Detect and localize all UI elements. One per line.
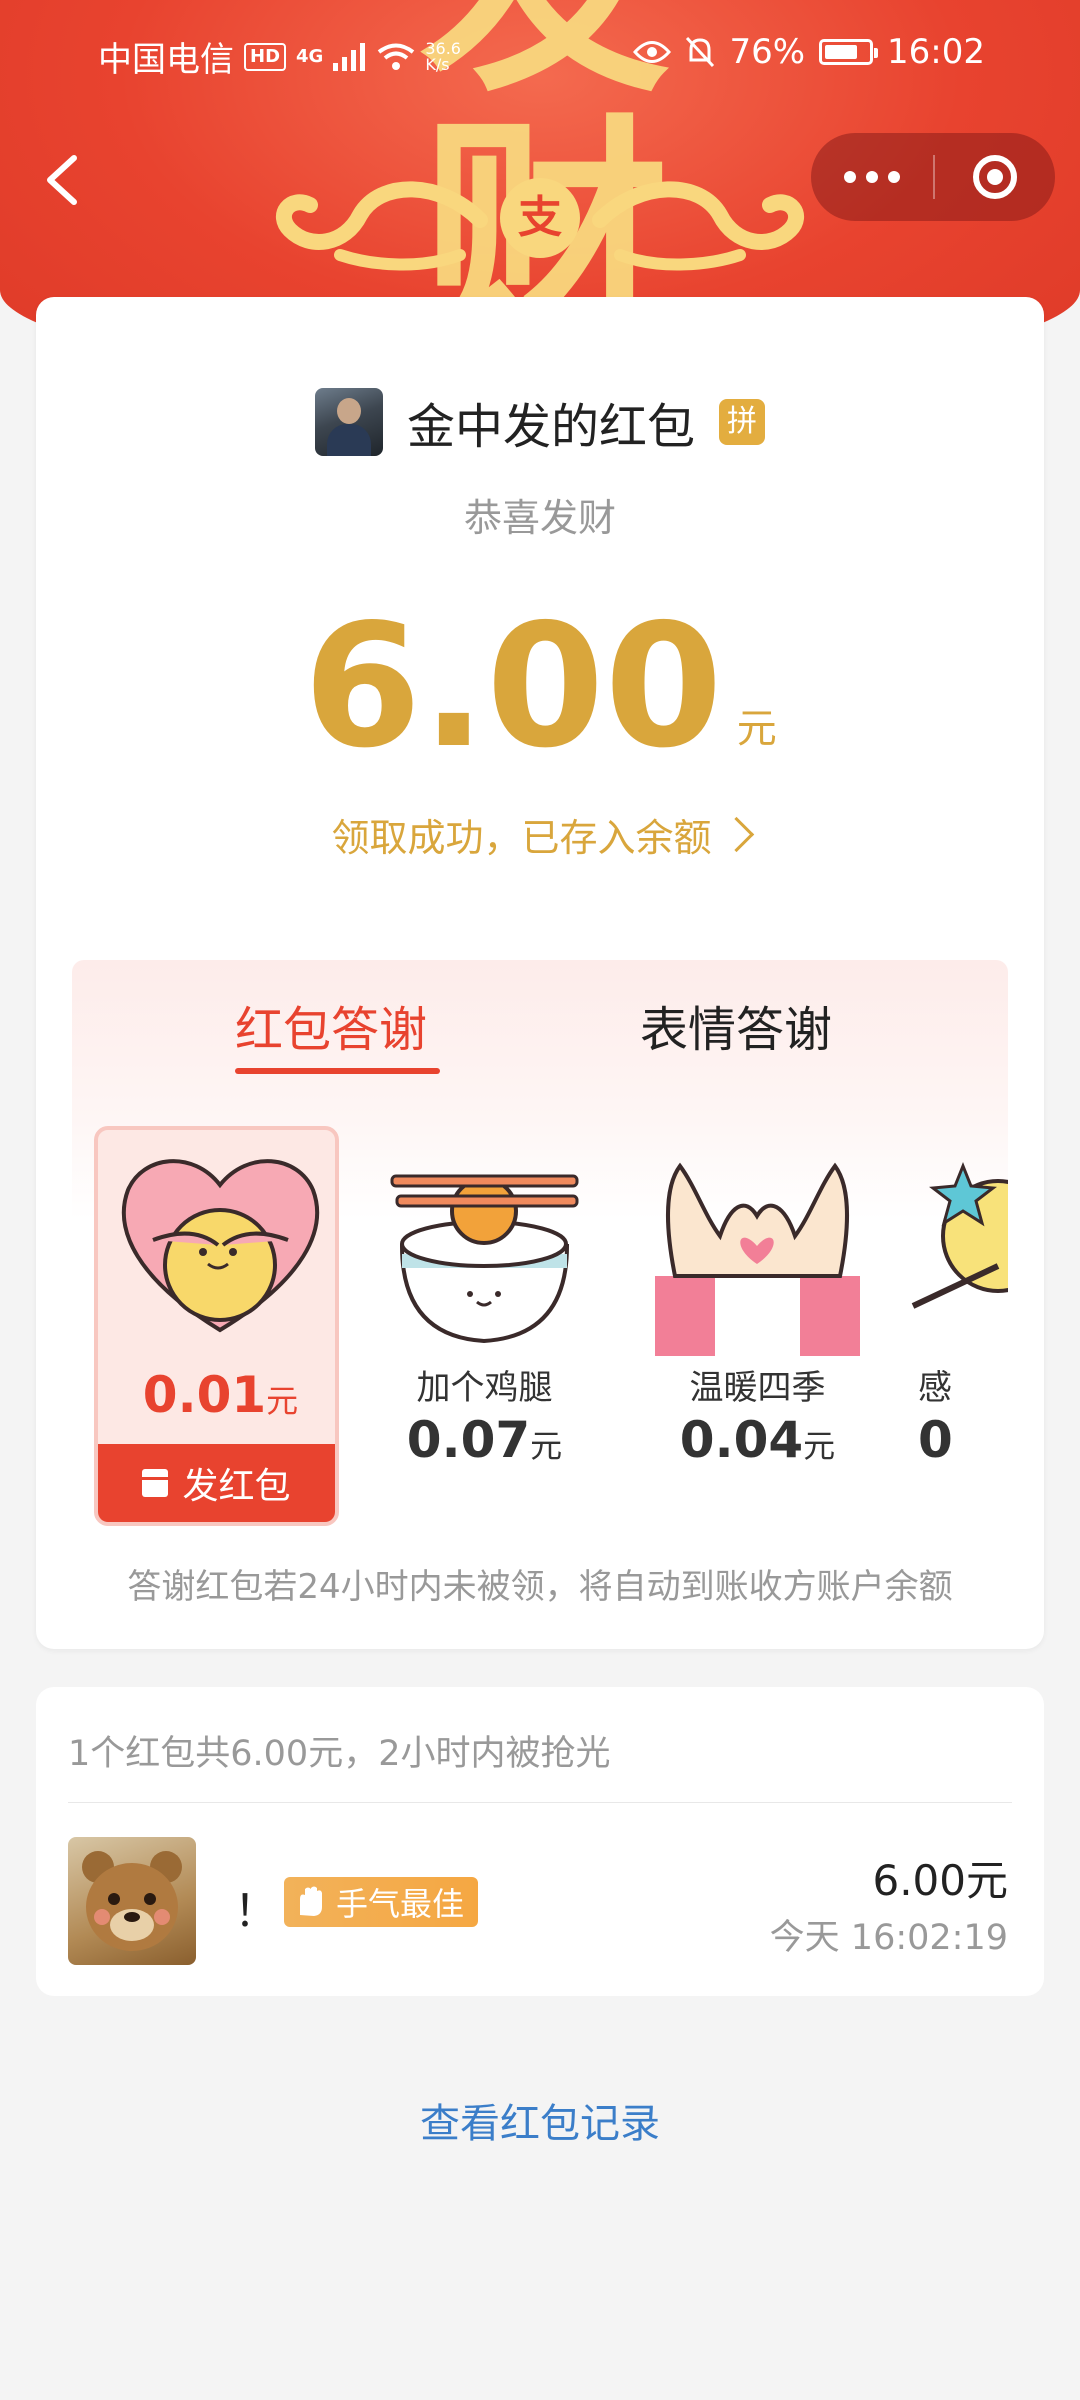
- gift-amount: 0: [918, 1411, 953, 1469]
- winner-time: 今天 16:02:19: [769, 1918, 1008, 1958]
- heart-hug-icon: [122, 1159, 319, 1333]
- more-dots-icon: [844, 171, 856, 183]
- thanks-note: 答谢红包若24小时内未被领，将自动到账收方账户余额: [127, 1567, 953, 1607]
- close-button[interactable]: [935, 133, 1055, 221]
- gift-unit: 元: [530, 1427, 563, 1465]
- bear-avatar-icon: [82, 1851, 182, 1951]
- gift-price: 0.04元: [635, 1411, 880, 1469]
- gift-name: 加个鸡腿: [416, 1368, 553, 1408]
- best-luck-badge: 手气最佳: [284, 1877, 479, 1927]
- chevron-right-icon: [718, 816, 754, 853]
- battery-icon: [819, 39, 879, 65]
- winner-name: ！: [234, 1886, 278, 1937]
- battery-fill: [825, 45, 858, 59]
- battery-percent: 76%: [729, 32, 806, 72]
- active-tab-indicator: [235, 1068, 440, 1074]
- hand-icon: [300, 1886, 322, 1916]
- envelope-icon: [142, 1469, 169, 1497]
- sender-name: 金中发的红包: [406, 399, 695, 455]
- mute-bell-icon: [686, 36, 715, 68]
- clock: 16:02: [887, 32, 985, 72]
- balance-link[interactable]: 领取成功，已存入余额: [36, 807, 1044, 862]
- summary-text: 1个红包共6.00元，2小时内被抢光: [68, 1734, 611, 1774]
- received-amount: 6.00: [303, 588, 723, 786]
- sender-avatar[interactable]: [314, 388, 383, 456]
- group-packet-badge: 拼: [719, 399, 765, 445]
- gift-amount: 0.04: [679, 1411, 804, 1469]
- hd-icon: HD: [244, 42, 287, 71]
- wifi-icon: [378, 43, 415, 70]
- thanks-gift-item[interactable]: 感 0: [908, 1126, 1008, 1526]
- divider: [68, 1802, 1012, 1803]
- eye-icon: [633, 41, 672, 63]
- send-button-label: 发红包: [182, 1466, 291, 1507]
- finger-heart-icon: [655, 1162, 860, 1356]
- speed-unit: K/s: [425, 54, 450, 74]
- banner-swirl-left: [276, 181, 488, 271]
- network-speed: 36.6 K/s: [425, 40, 461, 74]
- banner-swirl-right: [592, 181, 804, 271]
- tab-red-packet-thanks[interactable]: 红包答谢: [235, 990, 427, 1060]
- packet-summary-card: 1个红包共6.00元，2小时内被抢光 ！ 手气最佳 6.00元 今天 16:02…: [36, 1687, 1044, 1996]
- thanks-gift-item[interactable]: 温暖四季 0.04元: [635, 1126, 880, 1526]
- target-close-icon: [973, 155, 1017, 199]
- gift-amount: 0.07: [406, 1411, 531, 1469]
- amount-row: 6.00 元: [36, 602, 1044, 772]
- winner-avatar[interactable]: [68, 1837, 196, 1965]
- gift-price: 0.07元: [362, 1411, 607, 1469]
- thanks-gift-item[interactable]: 0.01元 发红包: [94, 1126, 339, 1526]
- amount-unit: 元: [736, 706, 777, 752]
- send-red-packet-button[interactable]: 发红包: [98, 1444, 335, 1522]
- thanks-gift-item[interactable]: 加个鸡腿 0.07元: [362, 1126, 607, 1526]
- status-bar: 中国电信 HD 4G 36.6 K/s 76% 16:02: [0, 0, 1080, 105]
- tab-sticker-thanks[interactable]: 表情答谢: [640, 990, 832, 1060]
- sender-row: 金中发的红包 拼: [36, 387, 1044, 457]
- star-wand-icon: [911, 1161, 1008, 1309]
- received-status: 领取成功，已存入余额: [331, 816, 712, 860]
- rice-bowl-drumstick-icon: [390, 1174, 579, 1344]
- winner-amount: 6.00元: [872, 1856, 1008, 1905]
- gift-price: 0: [918, 1411, 1008, 1469]
- gift-name: 感: [918, 1368, 952, 1408]
- coin-icon: 支: [500, 178, 580, 258]
- best-luck-label: 手气最佳: [336, 1885, 465, 1923]
- carrier-label: 中国电信: [98, 40, 234, 80]
- gift-price: 0.01元: [98, 1366, 335, 1424]
- thanks-panel: 红包答谢 表情答谢 0.01元 发红包 加个鸡腿 0.07元 温暖四季 0.04…: [72, 960, 1008, 1550]
- red-packet-card: 金中发的红包 拼 恭喜发财 6.00 元 领取成功，已存入余额 红包答谢 表情答…: [36, 297, 1044, 1649]
- view-records-link[interactable]: 查看红包记录: [0, 2091, 1080, 2149]
- signal-icon: [333, 42, 366, 71]
- more-dot: [866, 171, 878, 183]
- gift-unit: 元: [266, 1382, 299, 1420]
- gift-name: 温暖四季: [689, 1368, 826, 1408]
- gift-amount: 0.01: [142, 1366, 267, 1424]
- back-chevron-icon[interactable]: [30, 140, 90, 220]
- gift-unit: 元: [803, 1427, 836, 1465]
- more-button[interactable]: [811, 133, 933, 221]
- network-label: 4G: [296, 46, 324, 67]
- greeting-text: 恭喜发财: [463, 496, 616, 540]
- mini-program-capsule: [811, 133, 1055, 221]
- more-dot: [888, 171, 900, 183]
